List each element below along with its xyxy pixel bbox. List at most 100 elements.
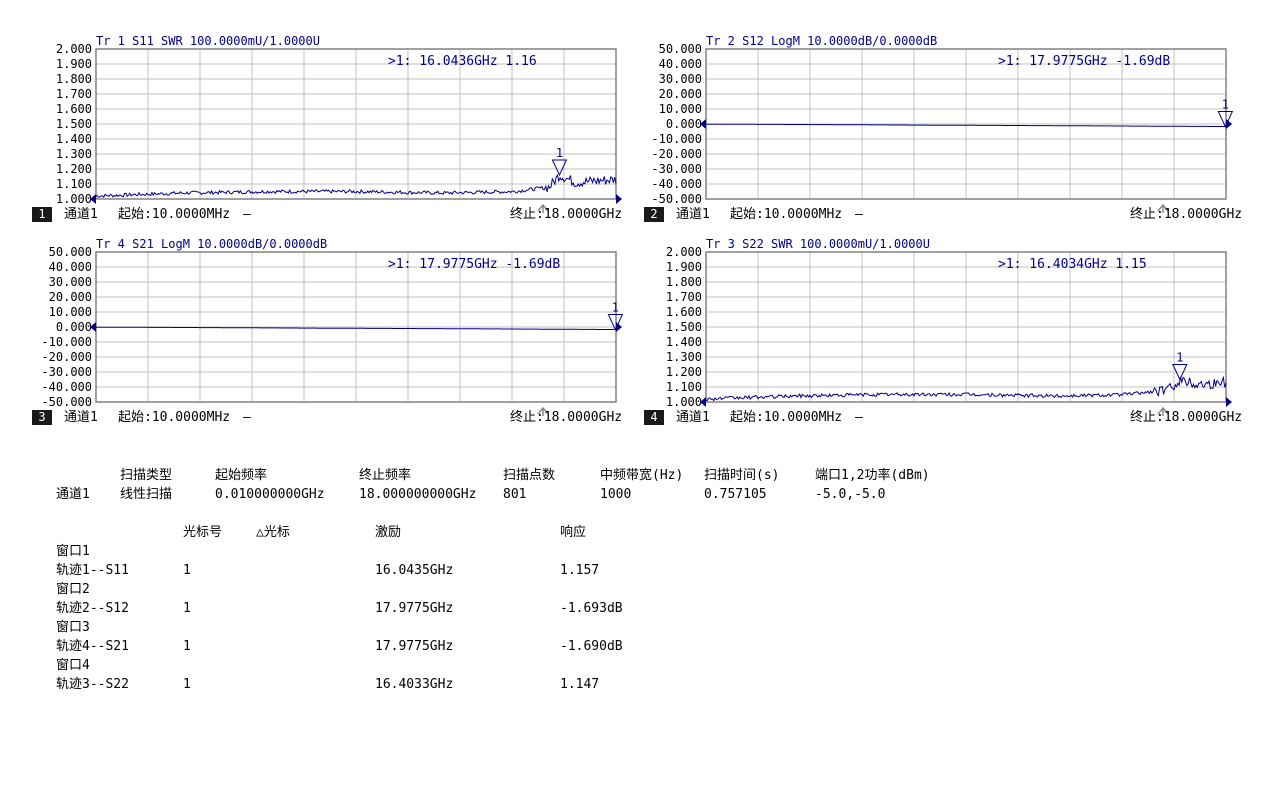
summary-value: 0.010000000GHz bbox=[215, 487, 325, 502]
trace-header: Tr 1 S11 SWR 100.0000mU/1.0000U bbox=[96, 34, 320, 48]
y-tick-label: 1.200 bbox=[56, 162, 92, 176]
reference-arrow-right bbox=[1226, 397, 1232, 407]
trace-label: 轨迹3--S22 bbox=[56, 677, 129, 692]
marker-number: 1 bbox=[183, 639, 191, 654]
trace-label: 轨迹4--S21 bbox=[56, 639, 129, 654]
y-tick-label: 1.800 bbox=[56, 72, 92, 86]
summary-header: 端口1,2功率(dBm) bbox=[815, 468, 930, 483]
y-tick-label: 50.000 bbox=[659, 42, 702, 56]
marker-response: 1.157 bbox=[560, 563, 600, 578]
summary-row-label: 通道1 bbox=[56, 487, 90, 502]
y-tick-label: 1.700 bbox=[666, 290, 702, 304]
channel-number-badge: 4 bbox=[644, 410, 664, 425]
start-frequency-label: 起始:10.0000MHz bbox=[118, 207, 231, 222]
summary-value: 0.757105 bbox=[704, 487, 767, 502]
window-label: 窗口1 bbox=[56, 544, 90, 559]
channel-footer-3: 3 通道1 起始:10.0000MHz — 终止:18.0000GHz bbox=[0, 409, 640, 429]
channel-footer-4: 4 通道1 起始:10.0000MHz — 终止:18.0000GHz bbox=[620, 409, 1260, 429]
y-tick-label: 30.000 bbox=[49, 275, 92, 289]
y-tick-label: 2.000 bbox=[666, 245, 702, 259]
y-tick-label: 0.000 bbox=[56, 320, 92, 334]
dash-separator: — bbox=[855, 410, 863, 425]
y-tick-label: 20.000 bbox=[49, 290, 92, 304]
marker-stimulus: 17.9775GHz bbox=[375, 601, 454, 616]
y-tick-label: 1.500 bbox=[56, 117, 92, 131]
y-tick-label: 40.000 bbox=[49, 260, 92, 274]
y-tick-label: -40.000 bbox=[41, 380, 92, 394]
y-tick-label: 1.900 bbox=[666, 260, 702, 274]
y-tick-label: 0.000 bbox=[666, 117, 702, 131]
trace-header: Tr 4 S21 LogM 10.0000dB/0.0000dB bbox=[96, 237, 327, 251]
start-frequency-label: 起始:10.0000MHz bbox=[730, 207, 843, 222]
summary-value: 线性扫描 bbox=[120, 487, 173, 502]
summary-header: 扫描点数 bbox=[503, 468, 556, 483]
y-tick-label: 1.200 bbox=[666, 365, 702, 379]
summary-header: 中频带宽(Hz) bbox=[600, 468, 684, 483]
y-tick-label: 50.000 bbox=[49, 245, 92, 259]
y-tick-label: 1.600 bbox=[666, 305, 702, 319]
dash-separator: — bbox=[243, 410, 251, 425]
marker-number: 1 bbox=[183, 601, 191, 616]
chart-panel-4: Tr 3 S22 SWR 100.0000mU/1.0000U 2.000 1.90… bbox=[620, 233, 1260, 436]
chart-svg-4: Tr 3 S22 SWR 100.0000mU/1.0000U 2.0001.90… bbox=[666, 237, 1232, 416]
channel-label: 通道1 bbox=[676, 207, 710, 222]
marker-number: 1 bbox=[183, 677, 191, 692]
start-frequency-label: 起始:10.0000MHz bbox=[118, 410, 231, 425]
channel-number-badge: 1 bbox=[32, 207, 52, 222]
marker-number-label: 1 bbox=[612, 301, 619, 315]
marker-table-header: 响应 bbox=[560, 525, 587, 540]
marker-number-label: 1 bbox=[1176, 351, 1183, 365]
channel-footer-2: 2 通道1 起始:10.0000MHz — 终止:18.0000GHz bbox=[620, 206, 1260, 226]
trace-label: 轨迹2--S12 bbox=[56, 601, 129, 616]
window-label: 窗口4 bbox=[56, 658, 90, 673]
y-tick-label: -20.000 bbox=[41, 350, 92, 364]
marker-readout: >1: 16.4034GHz 1.15 bbox=[998, 257, 1147, 272]
channel-label: 通道1 bbox=[676, 410, 710, 425]
y-tick-label: 10.000 bbox=[49, 305, 92, 319]
trace-header: Tr 3 S22 SWR 100.0000mU/1.0000U bbox=[706, 237, 930, 251]
y-tick-label: 1.300 bbox=[666, 350, 702, 364]
y-tick-label: 40.000 bbox=[659, 57, 702, 71]
marker-table-header: △光标 bbox=[256, 525, 290, 540]
y-tick-label: 1.100 bbox=[56, 177, 92, 191]
channel-number-badge: 2 bbox=[644, 207, 664, 222]
y-tick-label: 1.800 bbox=[666, 275, 702, 289]
y-tick-label: -50.000 bbox=[41, 395, 92, 409]
summary-value: 1000 bbox=[600, 487, 632, 502]
y-tick-label: 1.000 bbox=[666, 395, 702, 409]
summary-value: -5.0,-5.0 bbox=[815, 487, 886, 502]
window-label: 窗口2 bbox=[56, 582, 90, 597]
trace-label: 轨迹1--S11 bbox=[56, 563, 129, 578]
y-tick-label: -50.000 bbox=[651, 192, 702, 206]
y-tick-label: 1.400 bbox=[666, 335, 702, 349]
y-tick-label: 1.300 bbox=[56, 147, 92, 161]
dash-separator: — bbox=[243, 207, 251, 222]
marker-number: 1 bbox=[183, 563, 191, 578]
marker-stimulus: 16.4033GHz bbox=[375, 677, 454, 692]
y-tick-label: 10.000 bbox=[659, 102, 702, 116]
start-frequency-label: 起始:10.0000MHz bbox=[730, 410, 843, 425]
chart-panel-1: Tr 1 S11 SWR 100.0000mU/1.0000U 2.000 1.90… bbox=[0, 30, 640, 233]
marker-response: -1.690dB bbox=[560, 639, 623, 654]
chart-svg-1: Tr 1 S11 SWR 100.0000mU/1.0000U 2.0001.90… bbox=[56, 34, 622, 213]
summary-header: 终止频率 bbox=[359, 468, 412, 483]
y-tick-label: 30.000 bbox=[659, 72, 702, 86]
y-tick-label: -30.000 bbox=[651, 162, 702, 176]
y-tick-label: -10.000 bbox=[651, 132, 702, 146]
marker-table-header: 激励 bbox=[375, 525, 402, 540]
summary-header: 起始频率 bbox=[215, 468, 268, 483]
y-tick-label: 1.400 bbox=[56, 132, 92, 146]
marker-readout: >1: 17.9775GHz -1.69dB bbox=[998, 54, 1170, 69]
chart-panel-3: Tr 4 S21 LogM 10.0000dB/0.0000dB 50.000 40… bbox=[0, 233, 640, 436]
chart-svg-2: Tr 2 S12 LogM 10.0000dB/0.0000dB 50.00040… bbox=[651, 34, 1234, 213]
y-tick-label: -20.000 bbox=[651, 147, 702, 161]
channel-label: 通道1 bbox=[64, 410, 98, 425]
channel-number-badge: 3 bbox=[32, 410, 52, 425]
stop-frequency-label: 终止:18.0000GHz bbox=[510, 207, 623, 222]
marker-stimulus: 16.0435GHz bbox=[375, 563, 454, 578]
trace-header: Tr 2 S12 LogM 10.0000dB/0.0000dB bbox=[706, 34, 937, 48]
dash-separator: — bbox=[855, 207, 863, 222]
marker-readout: >1: 16.0436GHz 1.16 bbox=[388, 54, 537, 69]
y-tick-label: 1.700 bbox=[56, 87, 92, 101]
measurement-summary: 扫描类型 起始频率 终止频率 扫描点数 中频带宽(Hz) 扫描时间(s) 端口1… bbox=[0, 464, 1280, 794]
